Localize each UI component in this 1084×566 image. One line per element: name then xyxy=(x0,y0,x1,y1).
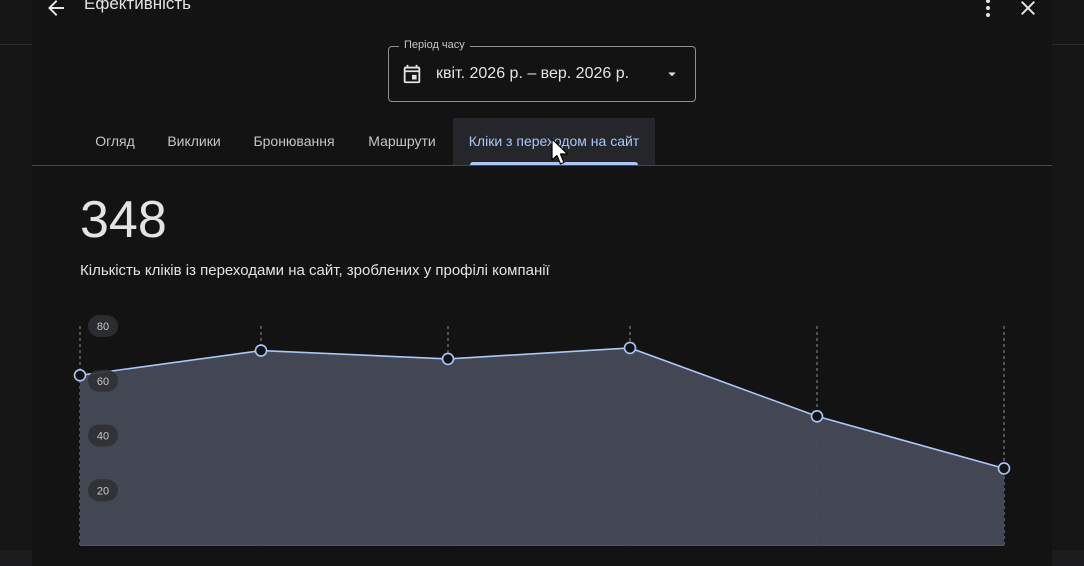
chart-area-fill xyxy=(80,347,1004,545)
y-tick-label: 20 xyxy=(88,479,118,502)
chart-data-point[interactable] xyxy=(997,462,1011,475)
chart-data-point[interactable] xyxy=(441,352,455,366)
svg-text:60: 60 xyxy=(97,376,109,388)
y-tick-label: 80 xyxy=(88,315,118,337)
svg-text:80: 80 xyxy=(97,321,109,333)
y-tick-label: 60 xyxy=(88,369,118,392)
chart-data-point[interactable] xyxy=(810,409,824,423)
y-tick-label: 40 xyxy=(88,424,118,447)
website-clicks-chart: 80 60 40 20 xyxy=(73,315,1011,546)
chart-data-point[interactable] xyxy=(623,341,637,355)
mouse-pointer-icon xyxy=(551,138,569,165)
chart-data-point[interactable] xyxy=(73,368,87,382)
svg-text:40: 40 xyxy=(97,431,109,443)
svg-text:20: 20 xyxy=(97,485,109,497)
chart-data-point[interactable] xyxy=(254,344,268,357)
